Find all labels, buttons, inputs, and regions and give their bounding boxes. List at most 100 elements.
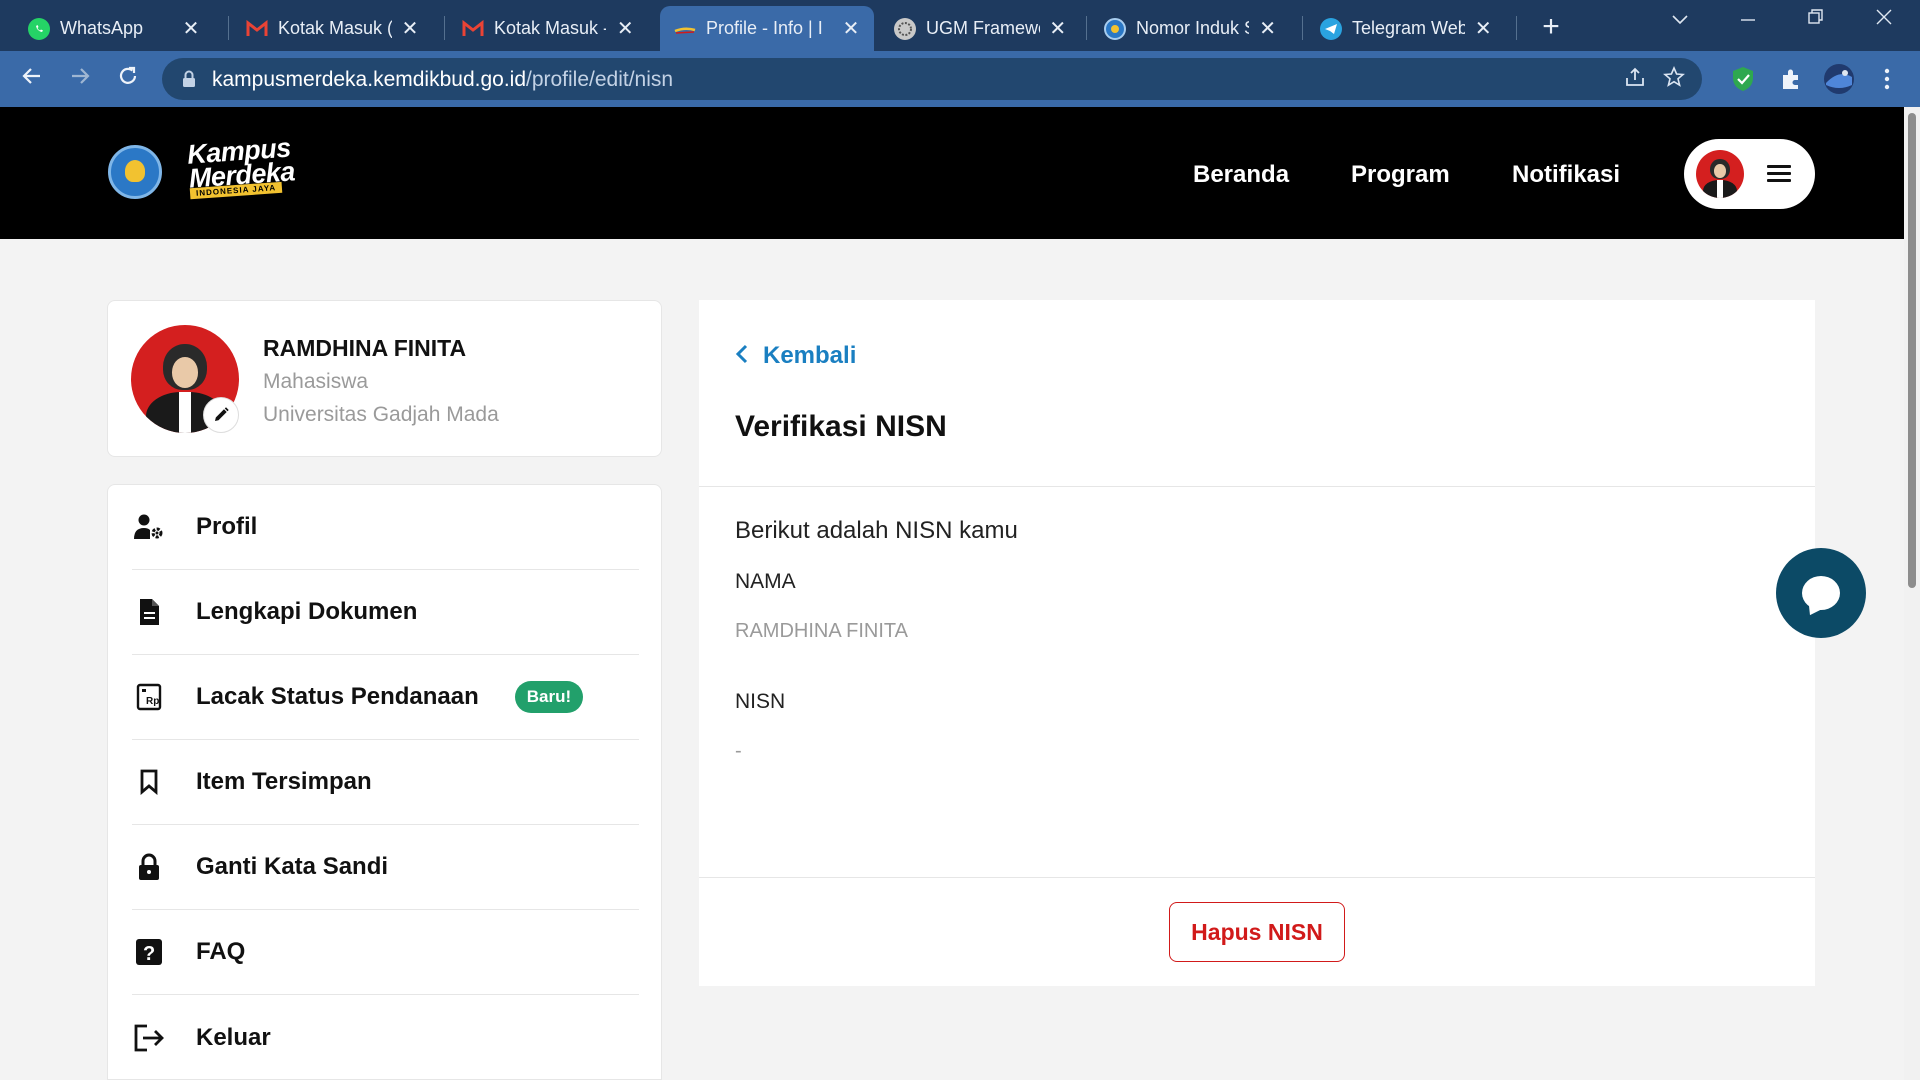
- nisn-value: -: [735, 740, 742, 762]
- new-badge: Baru!: [514, 681, 584, 713]
- gmail-icon: [246, 18, 268, 40]
- funding-icon: Rp: [132, 680, 166, 714]
- tab-title: Profile - Info | I: [706, 18, 823, 38]
- tab-title: Nomor Induk S: [1136, 18, 1250, 38]
- shield-extension-icon[interactable]: [1727, 63, 1759, 95]
- delete-nisn-button[interactable]: Hapus NISN: [1169, 902, 1345, 962]
- restore-icon[interactable]: [1796, 6, 1836, 32]
- tab-separator: [1086, 16, 1087, 40]
- menu-item-faq[interactable]: ? FAQ: [132, 910, 639, 995]
- site-header: Kampus Merdeka INDONESIA JAYA Beranda Pr…: [0, 107, 1904, 239]
- nav-beranda[interactable]: Beranda: [1193, 161, 1289, 189]
- side-menu: Profil Lengkapi Dokumen Rp Lacak Status …: [107, 484, 662, 1080]
- menu-label: Lengkapi Dokumen: [196, 598, 418, 625]
- bookmark-star-icon[interactable]: [1661, 65, 1687, 92]
- tab-nomor-induk[interactable]: Nomor Induk S ✕: [1090, 6, 1290, 51]
- menu-item-item-tersimpan[interactable]: Item Tersimpan: [132, 740, 639, 825]
- nisn-label: NISN: [735, 690, 786, 713]
- back-link[interactable]: Kembali: [735, 340, 856, 371]
- divider: [699, 877, 1815, 878]
- lock-icon: [183, 70, 195, 87]
- browser-toolbar: kampusmerdeka.kemdikbud.go.id/profile/ed…: [0, 51, 1920, 107]
- lock-icon: [132, 850, 166, 884]
- tab-title: Kotak Masuk (4: [278, 18, 392, 38]
- tab-title: Kotak Masuk -: [494, 18, 607, 38]
- edit-photo-pencil-icon[interactable]: [203, 397, 239, 433]
- new-tab-plus-icon[interactable]: +: [1536, 10, 1566, 44]
- tab-separator: [1516, 16, 1517, 40]
- chat-bubble-icon: [1802, 576, 1840, 610]
- tab-separator: [228, 16, 229, 40]
- ugm-icon: [894, 17, 916, 40]
- avatar: [1696, 150, 1744, 198]
- close-icon[interactable]: ✕: [1473, 16, 1494, 41]
- share-icon[interactable]: [1622, 66, 1648, 92]
- gmail-icon: [462, 18, 484, 40]
- divider: [699, 486, 1815, 487]
- close-icon[interactable]: ✕: [1048, 16, 1068, 41]
- tab-gmail-2[interactable]: Kotak Masuk - ✕: [448, 6, 648, 51]
- back-label: Kembali: [763, 341, 857, 369]
- tutwuri-logo-icon[interactable]: [108, 145, 162, 199]
- tab-separator: [1302, 16, 1303, 40]
- menu-label: FAQ: [196, 938, 246, 965]
- tab-telegram[interactable]: Telegram Web ✕: [1306, 6, 1506, 51]
- document-icon: [132, 595, 166, 629]
- address-bar[interactable]: kampusmerdeka.kemdikbud.go.id/profile/ed…: [162, 58, 1702, 100]
- hamburger-menu-icon: [1767, 165, 1791, 183]
- close-icon[interactable]: ✕: [180, 16, 202, 41]
- kampus-merdeka-icon: [674, 18, 696, 40]
- profile-card: RAMDHINA FINITA Mahasiswa Universitas Ga…: [107, 300, 662, 457]
- forward-arrow-icon[interactable]: [64, 63, 96, 95]
- whatsapp-icon: [28, 17, 50, 40]
- minimize-icon[interactable]: [1728, 6, 1768, 32]
- svg-text:?: ?: [143, 943, 155, 965]
- tab-search-chevron-icon[interactable]: [1660, 6, 1700, 32]
- menu-label: Keluar: [196, 1023, 271, 1051]
- bookmark-icon: [132, 765, 166, 799]
- url-path: /profile/edit/nisn: [526, 68, 674, 91]
- scrollbar-thumb[interactable]: [1908, 113, 1916, 588]
- chevron-left-icon: [735, 340, 749, 371]
- close-icon[interactable]: ✕: [840, 16, 862, 41]
- svg-text:Rp: Rp: [146, 696, 159, 707]
- menu-item-keluar[interactable]: Keluar: [132, 995, 639, 1080]
- tab-profile-active[interactable]: Profile - Info | I ✕: [660, 6, 874, 51]
- puzzle-extensions-icon[interactable]: [1775, 63, 1807, 95]
- menu-item-profil[interactable]: Profil: [132, 485, 639, 570]
- menu-label: Profil: [196, 513, 258, 540]
- back-arrow-icon[interactable]: [16, 63, 48, 95]
- menu-label: Item Tersimpan: [196, 768, 372, 795]
- url-text: kampusmerdeka.kemdikbud.go.id/profile/ed…: [212, 68, 673, 92]
- name-label: NAMA: [735, 570, 796, 593]
- tab-title: Telegram Web: [1352, 18, 1465, 38]
- nav-program[interactable]: Program: [1351, 161, 1450, 189]
- window-close-icon[interactable]: [1864, 6, 1904, 32]
- menu-item-lengkapi-dokumen[interactable]: Lengkapi Dokumen: [132, 570, 639, 655]
- name-value: RAMDHINA FINITA: [735, 620, 908, 642]
- reload-icon[interactable]: [112, 63, 144, 95]
- tab-ugm[interactable]: UGM Framewo ✕: [880, 6, 1080, 51]
- profile-role: Mahasiswa: [263, 370, 369, 393]
- menu-label: Lacak Status Pendanaan: [196, 683, 479, 710]
- user-menu-button[interactable]: [1684, 139, 1815, 209]
- tab-title: WhatsApp: [60, 18, 144, 38]
- menu-item-lacak-status-pendanaan[interactable]: Rp Lacak Status Pendanaan Baru!: [132, 655, 639, 740]
- profile-avatar-icon[interactable]: [1823, 63, 1855, 95]
- menu-item-ganti-kata-sandi[interactable]: Ganti Kata Sandi: [132, 825, 639, 910]
- tab-whatsapp[interactable]: WhatsApp ✕: [14, 6, 214, 51]
- nav-notifikasi[interactable]: Notifikasi: [1512, 161, 1620, 189]
- chat-support-button[interactable]: [1776, 548, 1866, 638]
- logout-icon: [132, 1021, 166, 1055]
- close-icon[interactable]: ✕: [1257, 16, 1278, 41]
- profile-name: RAMDHINA FINITA: [263, 335, 467, 361]
- intro-text: Berikut adalah NISN kamu: [735, 517, 1018, 544]
- tab-gmail-1[interactable]: Kotak Masuk (4 ✕: [232, 6, 432, 51]
- profile-university: Universitas Gadjah Mada: [263, 403, 499, 426]
- tab-title: UGM Framewo: [926, 18, 1040, 38]
- question-icon: ?: [132, 935, 166, 969]
- close-icon[interactable]: ✕: [400, 16, 420, 41]
- close-icon[interactable]: ✕: [614, 16, 636, 41]
- page-scrollbar[interactable]: [1904, 107, 1920, 1080]
- kebab-menu-icon[interactable]: [1871, 63, 1903, 95]
